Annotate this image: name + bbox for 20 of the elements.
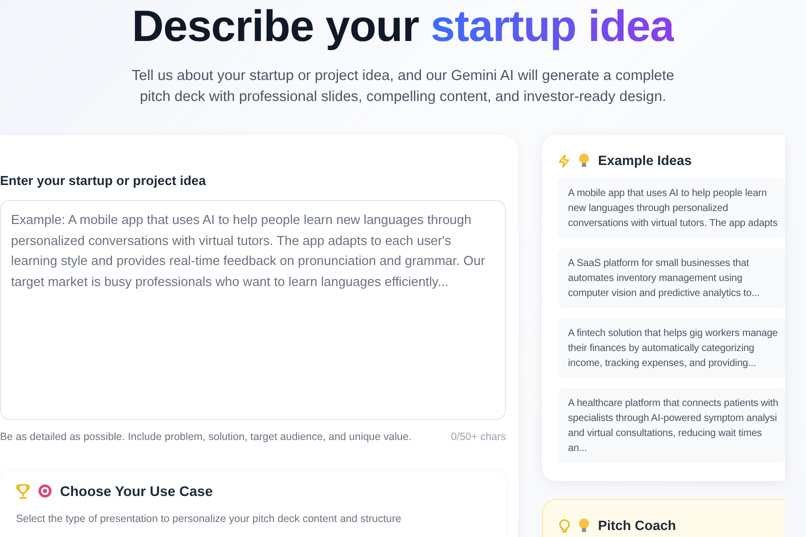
target-icon [38,484,52,498]
use-case-description: Select the type of presentation to personalize your pitch deck content and structure [16,513,402,525]
hint-text: Be as detailed as possible. Include problem, solution, target audience, and unique value. [0,431,412,443]
lightbulb-outline-icon [559,518,570,533]
page-title: Describe your startup idea [130,2,676,52]
lightbulb-icon [578,518,590,533]
lightning-icon [558,154,570,168]
example-idea[interactable]: A mobile app that uses AI to help people learn new languages through personalized conversations with virtual tutors. The app adapts [558,178,785,238]
pitch-coach-title: Pitch Coach [598,518,676,533]
page-subtitle: Tell us about your startup or project idea, and our Gemini AI will generate a complete pitch deck with professional slides, compelling content, and investor-ready design. [130,67,676,107]
use-case-title: Choose Your Use Case [60,483,213,499]
example-ideas-title: Example Ideas [598,153,692,168]
character-counter: 0/50+ chars [450,431,506,443]
example-idea[interactable]: A SaaS platform for small businesses that automates inventory management using computer vision and predictive analytics to... [558,248,785,308]
lightbulb-icon [578,153,590,168]
idea-input[interactable]: Example: A mobile app that uses AI to help people learn new languages through personalized conversations with virtual tutors. The app adapts to each user's learning style and provides real-time feedback on pronunciation and grammar. Our target market is busy professionals who want to learn languages efficiently... [0,200,506,420]
example-idea[interactable]: A healthcare platform that connects patients with specialists through AI-powered symptom analysi and virtual consultations, reducing wait times an... [558,388,785,463]
example-idea[interactable]: A fintech solution that helps gig workers manage their finances by automatically categorizing income, tracking expenses, and providing... [558,318,785,378]
idea-label: Enter your startup or project idea [0,173,207,188]
trophy-icon [16,484,30,498]
